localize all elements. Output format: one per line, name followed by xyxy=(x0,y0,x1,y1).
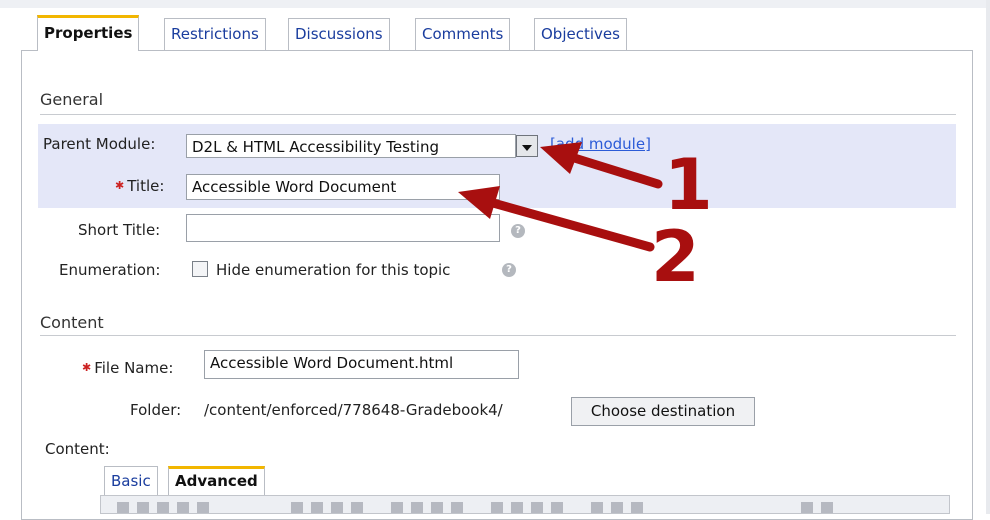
annotation-number-1: 1 xyxy=(664,144,713,226)
annotation-arrows xyxy=(458,142,663,252)
arrow-2-shaft xyxy=(481,196,655,252)
arrow-1-shaft xyxy=(563,151,663,189)
arrow-1-head xyxy=(540,142,582,174)
arrow-2-head xyxy=(458,186,500,219)
annotation-number-2: 2 xyxy=(651,216,700,298)
